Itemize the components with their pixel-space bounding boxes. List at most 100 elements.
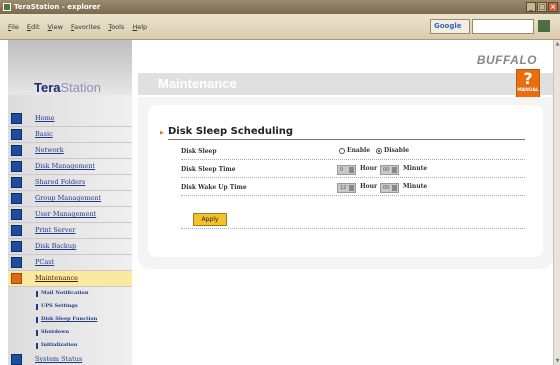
- row-sleep-time: Disk Sleep Time 0 Hour 00 Minute: [181, 162, 525, 178]
- page-header: TeraStation BUFFALO Maintenance ? MANUAL: [0, 40, 553, 99]
- sidebar-item-label[interactable]: Basic: [35, 130, 53, 138]
- settings-card: ▶ Disk Sleep Scheduling Disk Sleep Enabl…: [148, 105, 543, 257]
- sidebar-item-label[interactable]: Print Server: [35, 226, 75, 234]
- sidebar-item-shared-folders[interactable]: Shared Folders: [8, 175, 132, 191]
- logo-station: Station: [60, 80, 101, 95]
- logo-tera: Tera: [34, 80, 61, 95]
- sidebar-item-basic[interactable]: Basic: [8, 127, 132, 143]
- sidebar-item-label[interactable]: Maintenance: [35, 274, 78, 282]
- sidebar-item-print-server[interactable]: Print Server: [8, 223, 132, 239]
- subnav-label[interactable]: Disk Sleep Function: [41, 316, 97, 322]
- logo-strip: TeraStation: [8, 40, 132, 95]
- window-controls: _ □ ×: [526, 2, 558, 12]
- sidebar: Home Basic Network Disk Management Share…: [8, 95, 132, 365]
- form-title: Disk Sleep Scheduling: [168, 126, 294, 137]
- section-bar: Maintenance ? MANUAL: [138, 69, 553, 99]
- pcast-icon: [11, 257, 22, 268]
- sidebar-item-label[interactable]: Network: [35, 146, 64, 154]
- maintenance-icon: [11, 273, 22, 284]
- wake-minute-unit: Minute: [403, 183, 428, 190]
- menu-favorites[interactable]: Favorites: [71, 23, 100, 31]
- group-icon: [11, 193, 22, 204]
- subnav-label[interactable]: Shutdown: [41, 329, 69, 335]
- disable-label[interactable]: Disable: [384, 147, 409, 154]
- sidebar-item-label[interactable]: Group Management: [35, 194, 101, 202]
- search-input[interactable]: [472, 19, 534, 34]
- sidebar-item-home[interactable]: Home: [8, 111, 132, 127]
- sidebar-item-label[interactable]: System Status: [35, 355, 82, 363]
- sidebar-item-label[interactable]: Disk Backup: [35, 242, 76, 250]
- subnav-shutdown[interactable]: Shutdown: [8, 326, 132, 339]
- printer-icon: [11, 225, 22, 236]
- subnav-initialization[interactable]: Initialization: [8, 339, 132, 352]
- title-divider: [168, 139, 525, 140]
- wake-hour-select[interactable]: 12: [337, 183, 356, 193]
- menu-tools[interactable]: Tools: [108, 23, 124, 31]
- sidebar-item-system-status[interactable]: System Status: [8, 352, 132, 365]
- sidebar-item-network[interactable]: Network: [8, 143, 132, 159]
- page: TeraStation BUFFALO Maintenance ? MANUAL…: [0, 40, 553, 365]
- subnav-label[interactable]: Mail Notification: [41, 290, 89, 296]
- window-title: TeraStation - explorer: [14, 3, 101, 11]
- menu-file[interactable]: File: [8, 23, 19, 31]
- wake-hour-unit: Hour: [360, 183, 378, 190]
- sidebar-item-label[interactable]: Shared Folders: [35, 178, 85, 186]
- menubar: File Edit View Favorites Tools Help Goog…: [0, 14, 560, 40]
- sleep-time-label: Disk Sleep Time: [181, 166, 236, 173]
- close-icon[interactable]: ×: [548, 2, 558, 12]
- google-search-button[interactable]: Google: [430, 19, 470, 34]
- manual-button[interactable]: ? MANUAL: [516, 69, 540, 99]
- search-go-icon[interactable]: [538, 20, 550, 32]
- browser-icon: [3, 3, 11, 11]
- menu-help[interactable]: Help: [132, 23, 147, 31]
- status-icon: [11, 354, 22, 365]
- sidebar-item-user-management[interactable]: User Management: [8, 207, 132, 223]
- folder-icon: [11, 177, 22, 188]
- buffalo-logo: BUFFALO: [476, 53, 537, 67]
- sleep-hour-select[interactable]: 0: [337, 165, 356, 175]
- sub-marker: [36, 304, 38, 310]
- minimize-icon[interactable]: _: [526, 2, 536, 12]
- sub-marker: [36, 330, 38, 336]
- subnav-label[interactable]: Initialization: [41, 342, 77, 348]
- page-title: Maintenance: [158, 76, 237, 91]
- sidebar-item-label[interactable]: Home: [35, 114, 55, 122]
- sidebar-item-label[interactable]: User Management: [35, 210, 96, 218]
- menu-edit[interactable]: Edit: [27, 23, 40, 31]
- sidebar-item-label[interactable]: PCast: [35, 258, 54, 266]
- backup-icon: [11, 241, 22, 252]
- apply-button[interactable]: Apply: [193, 213, 227, 226]
- scroll-down-icon[interactable]: ▼: [554, 357, 560, 365]
- sub-marker: [36, 343, 38, 349]
- sub-marker: [36, 291, 38, 297]
- row-wake-time: Disk Wake Up Time 12 Hour 00 Minute: [181, 180, 525, 196]
- apply-divider: [181, 228, 525, 229]
- scroll-up-icon[interactable]: ▲: [554, 40, 560, 48]
- menu-list: File Edit View Favorites Tools Help: [8, 23, 147, 31]
- sidebar-item-group-management[interactable]: Group Management: [8, 191, 132, 207]
- disable-radio[interactable]: [376, 148, 382, 154]
- maximize-icon[interactable]: □: [537, 2, 547, 12]
- sidebar-item-pcast[interactable]: PCast: [8, 255, 132, 271]
- subnav-label[interactable]: UPS Settings: [41, 303, 78, 309]
- sidebar-item-disk-backup[interactable]: Disk Backup: [8, 239, 132, 255]
- sidebar-item-maintenance[interactable]: Maintenance: [8, 271, 132, 287]
- content-panel: ▶ Disk Sleep Scheduling Disk Sleep Enabl…: [138, 97, 553, 269]
- subnav-mail-notification[interactable]: Mail Notification: [8, 287, 132, 300]
- subnav-ups-settings[interactable]: UPS Settings: [8, 300, 132, 313]
- sidebar-item-disk-management[interactable]: Disk Management: [8, 159, 132, 175]
- vertical-scrollbar[interactable]: ▲ ▼: [553, 40, 560, 365]
- sleep-minute-unit: Minute: [403, 165, 428, 172]
- manual-label: MANUAL: [517, 88, 539, 93]
- enable-label[interactable]: Enable: [347, 147, 370, 154]
- network-icon: [11, 145, 22, 156]
- help-icon: ?: [523, 69, 533, 88]
- wake-time-label: Disk Wake Up Time: [181, 184, 247, 191]
- sidebar-item-label[interactable]: Disk Management: [35, 162, 95, 170]
- sub-marker: [36, 317, 38, 323]
- menu-view[interactable]: View: [48, 23, 63, 31]
- sleep-minute-select[interactable]: 00: [380, 165, 399, 175]
- subnav-disk-sleep-function[interactable]: Disk Sleep Function: [8, 313, 132, 326]
- enable-radio[interactable]: [339, 148, 345, 154]
- wake-minute-select[interactable]: 00: [380, 183, 399, 193]
